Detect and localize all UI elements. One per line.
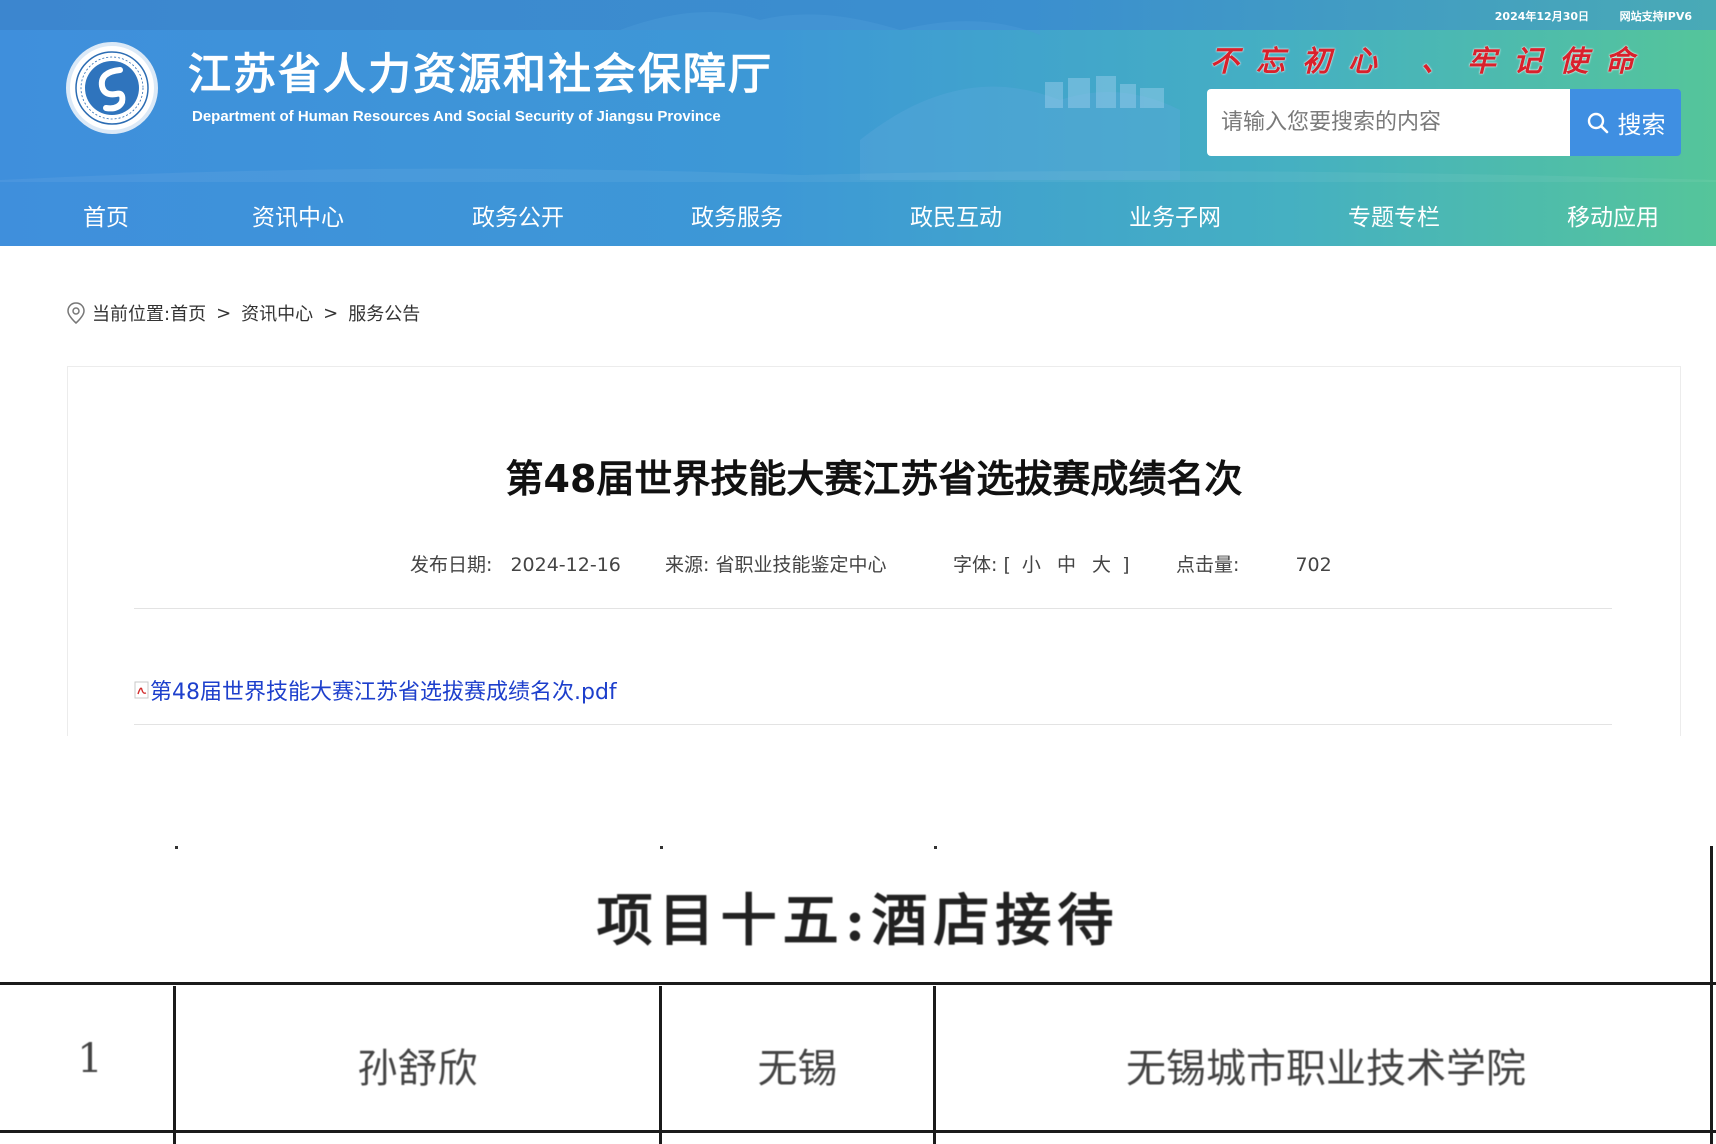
site-subtitle: Department of Human Resources And Social… [192, 108, 721, 125]
breadcrumb-announcements[interactable]: 服务公告 [348, 300, 420, 326]
site-title: 江苏省人力资源和社会保障厅 [188, 50, 773, 100]
current-date: 2024年12月30日 [1494, 10, 1589, 23]
pdf-cell-school: 无锡城市职业技术学院 [1126, 1046, 1526, 1092]
breadcrumb-home[interactable]: 首页 [170, 300, 206, 326]
click-count-value: 702 [1295, 554, 1332, 576]
nav-item-interaction[interactable]: 政民互动 [910, 198, 1002, 232]
site-logo[interactable] [66, 42, 158, 134]
pdf-attachment-link[interactable]: 第48届世界技能大赛江苏省选拔赛成绩名次.pdf [134, 674, 617, 706]
pdf-attachment-label: 第48届世界技能大赛江苏省选拔赛成绩名次.pdf [150, 680, 617, 705]
nav-item-home[interactable]: 首页 [83, 198, 129, 232]
provincial-emblem-icon [72, 48, 152, 128]
source-value: 省职业技能鉴定中心 [715, 554, 887, 576]
font-size-control: 字体: [ 小 中 大 ] [953, 550, 1130, 577]
search-button[interactable]: 搜索 [1570, 89, 1681, 156]
content-divider [134, 724, 1612, 725]
pdf-cell-name: 孙舒欣 [357, 1046, 478, 1092]
breadcrumb-separator: > [323, 302, 339, 324]
font-size-bracket-open: [ [1003, 554, 1011, 576]
pdf-table-corner [934, 846, 937, 849]
source: 来源: 省职业技能鉴定中心 [665, 550, 886, 577]
search-button-label: 搜索 [1617, 111, 1666, 139]
main-nav: 首页 资讯中心 政务公开 政务服务 政民互动 业务子网 专题专栏 移动应用 [0, 180, 1716, 246]
meta-divider [134, 608, 1612, 609]
nav-item-open-government[interactable]: 政务公开 [472, 198, 564, 232]
pdf-table-corner [175, 846, 178, 849]
top-bar: 2024年12月30日 网站支持IPV6 [0, 0, 1716, 30]
nav-item-mobile[interactable]: 移动应用 [1567, 198, 1659, 232]
breadcrumb-prefix: 当前位置: [92, 304, 171, 325]
pdf-table-row-border [0, 1130, 1716, 1133]
font-size-medium[interactable]: 中 [1057, 554, 1076, 576]
article-title: 第48届世界技能大赛江苏省选拔赛成绩名次 [505, 457, 1243, 501]
pdf-file-icon [134, 681, 149, 699]
pdf-preview: 项目十五:酒店接待 1 孙舒欣 无锡 无锡城市职业技术学院 [0, 846, 1716, 1144]
pdf-table-corner [660, 846, 663, 849]
search-input[interactable] [1207, 89, 1570, 156]
publish-date: 发布日期: 2024-12-16 [410, 550, 621, 577]
font-size-label: 字体: [953, 554, 998, 576]
search-icon [1587, 112, 1608, 133]
nav-item-news[interactable]: 资讯中心 [252, 198, 344, 232]
pdf-cell-rank: 1 [77, 1036, 103, 1082]
publish-date-label: 发布日期: [410, 554, 493, 576]
nav-item-topics[interactable]: 专题专栏 [1348, 198, 1440, 232]
publish-date-value: 2024-12-16 [510, 554, 621, 576]
nav-item-subsites[interactable]: 业务子网 [1129, 198, 1221, 232]
font-size-bracket-close: ] [1122, 554, 1130, 576]
site-header: 2024年12月30日 网站支持IPV6 江苏省人力资源和社会保障厅 Depar… [0, 0, 1716, 246]
click-count-label: 点击量: [1176, 554, 1240, 576]
pdf-section-heading: 项目十五:酒店接待 [596, 888, 1120, 954]
font-size-large[interactable]: 大 [1092, 554, 1111, 576]
pdf-cell-city: 无锡 [757, 1046, 838, 1092]
nav-item-services[interactable]: 政务服务 [691, 198, 783, 232]
breadcrumb-separator: > [216, 302, 232, 324]
breadcrumb-news[interactable]: 资讯中心 [241, 300, 313, 326]
source-label: 来源: [665, 554, 710, 576]
location-pin-icon [67, 302, 85, 324]
ipv6-badge: 网站支持IPV6 [1619, 10, 1692, 23]
click-count: 点击量: 702 [1176, 550, 1332, 577]
breadcrumb: 当前位置: 首页 > 资讯中心 > 服务公告 [66, 300, 420, 326]
pdf-table-top-border [0, 982, 1716, 985]
font-size-small[interactable]: 小 [1022, 554, 1041, 576]
slogan: 不忘初心 、牢记使命 [1210, 44, 1652, 78]
